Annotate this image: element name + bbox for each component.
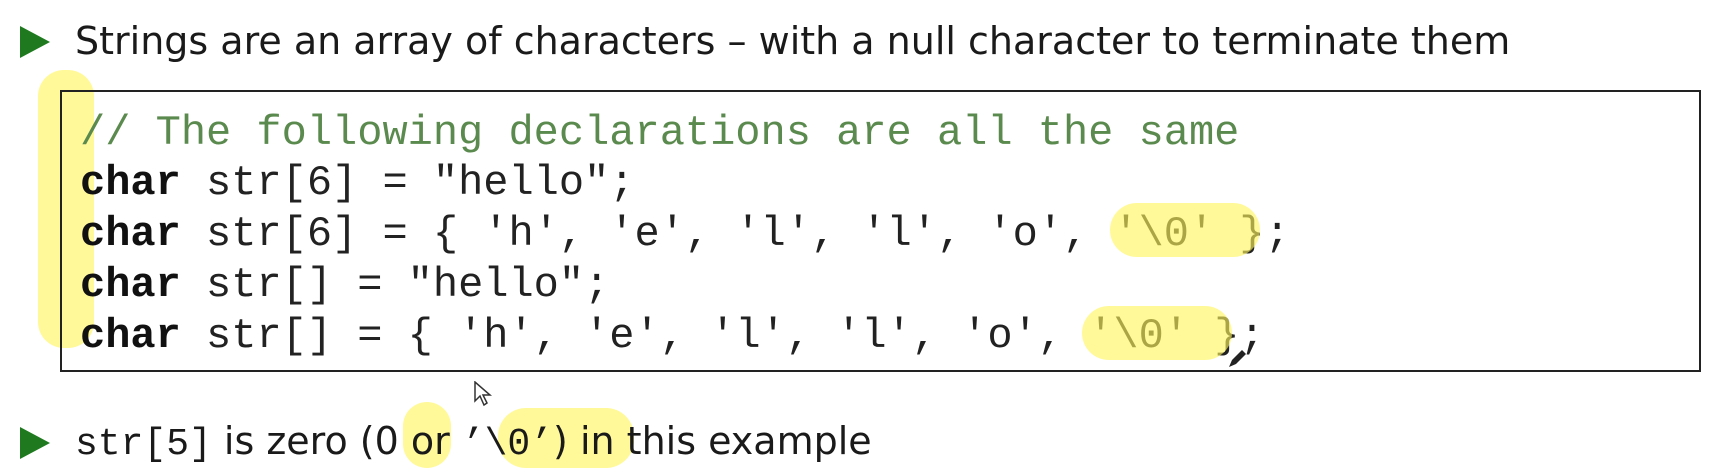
code-line-1: char str[6] = "hello"; <box>80 162 635 204</box>
code-comment: // The following declarations are all th… <box>80 109 1240 157</box>
pen-cursor-icon <box>1229 350 1246 367</box>
bullet-text-str5: str[5] is zero (0 or ’\0’) in this examp… <box>75 422 872 464</box>
bullet-text-strings: Strings are an array of characters – wit… <box>75 19 1511 63</box>
text-or: or <box>398 419 462 463</box>
text-in-this-example: ) in this example <box>553 419 872 463</box>
code-keyword: char <box>80 210 181 258</box>
code-rest: str[6] = { 'h', 'e', 'l', 'l', 'o', '\0'… <box>180 210 1290 258</box>
code-keyword: char <box>80 159 181 207</box>
code-keyword: char <box>80 261 181 309</box>
inline-code-null-char: ’\0’ <box>461 423 554 466</box>
code-block: // The following declarations are all th… <box>60 90 1701 372</box>
bullet-arrow-icon <box>20 427 50 459</box>
code-rest: str[] = { 'h', 'e', 'l', 'l', 'o', '\0' … <box>180 312 1265 360</box>
inline-code-str5: str[5] <box>75 423 212 466</box>
code-rest: str[6] = "hello"; <box>180 159 635 207</box>
code-rest: str[] = "hello"; <box>180 261 610 309</box>
mouse-pointer-icon <box>474 381 492 407</box>
bullet-arrow-icon <box>20 26 50 58</box>
text-is-zero: is zero ( <box>211 419 375 463</box>
text-zero: 0 <box>374 419 399 463</box>
code-line-3: char str[] = "hello"; <box>80 264 609 306</box>
code-line-4: char str[] = { 'h', 'e', 'l', 'l', 'o', … <box>80 315 1265 357</box>
code-keyword: char <box>80 312 181 360</box>
code-line-2: char str[6] = { 'h', 'e', 'l', 'l', 'o',… <box>80 213 1290 255</box>
